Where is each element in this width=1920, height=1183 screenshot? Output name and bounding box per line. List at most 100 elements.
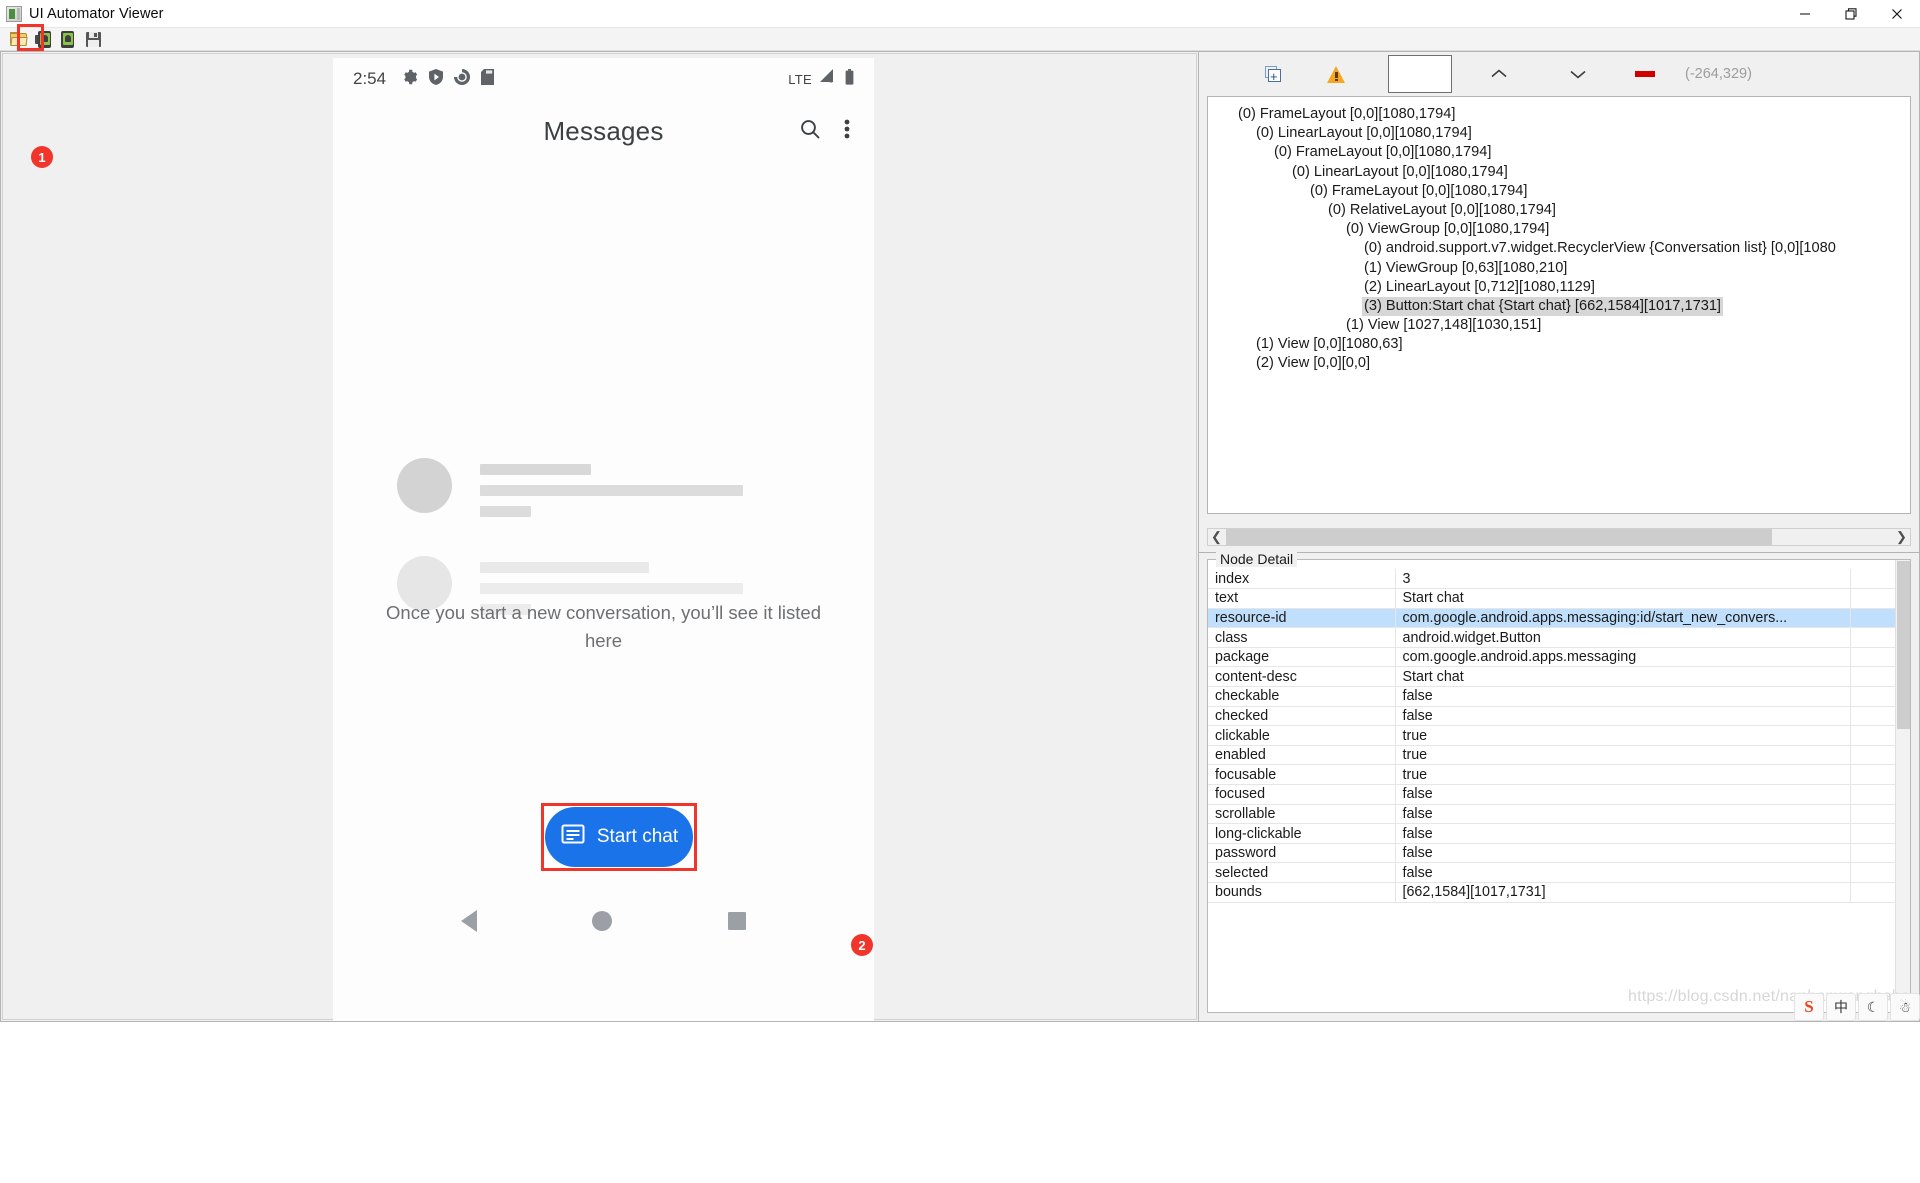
window-app-icon — [6, 5, 22, 22]
shield-icon — [429, 68, 444, 90]
table-row[interactable]: enabled true — [1208, 745, 1910, 766]
table-row[interactable]: class android.widget.Button — [1208, 627, 1910, 648]
hierarchy-search-input[interactable] — [1388, 55, 1452, 93]
table-row[interactable]: selected false — [1208, 862, 1910, 883]
detail-key: content-desc — [1208, 666, 1396, 688]
table-row[interactable]: index 3 — [1208, 569, 1910, 590]
hierarchy-node[interactable]: (0) FrameLayout [0,0][1080,1794] — [1272, 143, 1493, 162]
table-row[interactable]: checkable false — [1208, 686, 1910, 707]
hierarchy-node[interactable]: (0) FrameLayout [0,0][1080,1794] — [1308, 182, 1529, 201]
detail-key: long-clickable — [1208, 823, 1396, 844]
nav-recents-icon[interactable] — [728, 912, 747, 930]
screenshot-panel[interactable]: 2:54 LTE x Messages Once you start a new… — [0, 51, 1198, 1022]
hierarchy-node-row[interactable]: (0) FrameLayout [0,0][1080,1794] — [1208, 182, 1910, 201]
avatar — [397, 458, 452, 513]
table-row[interactable]: text Start chat — [1208, 588, 1910, 609]
previous-match-button[interactable] — [1482, 59, 1516, 89]
table-row[interactable]: long-clickable false — [1208, 823, 1910, 844]
restore-button[interactable] — [1828, 0, 1874, 28]
hierarchy-tree[interactable]: (0) FrameLayout [0,0][1080,1794] (0) Line… — [1207, 96, 1911, 514]
detail-key: class — [1208, 627, 1396, 648]
hierarchy-node[interactable]: (2) LinearLayout [0,712][1080,1129] — [1362, 278, 1597, 297]
hierarchy-node-row[interactable]: (2) View [0,0][0,0] — [1208, 354, 1910, 373]
close-button[interactable] — [1874, 0, 1920, 28]
vscroll-thumb[interactable] — [1897, 561, 1910, 729]
device-screenshot-icon — [35, 30, 51, 48]
table-row[interactable]: clickable true — [1208, 725, 1910, 746]
hierarchy-node[interactable]: (0) LinearLayout [0,0][1080,1794] — [1290, 163, 1510, 182]
table-row[interactable]: focused false — [1208, 784, 1910, 805]
next-match-button[interactable] — [1561, 59, 1595, 89]
detail-value: false — [1395, 686, 1851, 707]
hierarchy-horizontal-scrollbar[interactable]: ❮ ❯ — [1207, 528, 1911, 546]
hierarchy-node-row[interactable]: (0) android.support.v7.widget.RecyclerVi… — [1208, 239, 1910, 258]
moon-icon[interactable]: ☾ — [1858, 993, 1888, 1021]
node-detail-vertical-scrollbar[interactable] — [1895, 560, 1910, 1012]
device-screenshot-image[interactable]: 2:54 LTE x Messages Once you start a new… — [333, 58, 874, 1021]
window-title: UI Automator Viewer — [29, 5, 164, 22]
table-row[interactable]: resource-id com.google.android.apps.messa… — [1208, 608, 1910, 629]
hierarchy-node[interactable]: (0) android.support.v7.widget.RecyclerVi… — [1362, 239, 1838, 258]
nav-back-icon[interactable] — [460, 910, 477, 932]
detail-key: clickable — [1208, 725, 1396, 746]
table-row[interactable]: bounds [662,1584][1017,1731] — [1208, 882, 1910, 903]
stop-button[interactable] — [1635, 57, 1655, 91]
minimize-button[interactable] — [1782, 0, 1828, 28]
table-row[interactable]: checked false — [1208, 706, 1910, 727]
table-row[interactable]: password false — [1208, 843, 1910, 864]
hierarchy-node[interactable]: (1) ViewGroup [0,63][1080,210] — [1362, 259, 1569, 278]
open-file-button[interactable] — [7, 29, 29, 49]
hierarchy-node-row[interactable]: (0) LinearLayout [0,0][1080,1794] — [1208, 124, 1910, 143]
screenshot-canvas[interactable]: 2:54 LTE x Messages Once you start a new… — [2, 53, 1197, 1021]
detail-key: index — [1208, 569, 1396, 590]
detail-value: false — [1395, 804, 1851, 825]
detail-key: bounds — [1208, 882, 1396, 903]
detail-value: false — [1395, 784, 1851, 805]
sogou-logo-icon[interactable]: S — [1794, 993, 1824, 1021]
nav-home-icon[interactable] — [592, 911, 613, 931]
hierarchy-node-row[interactable]: (1) View [1027,148][1030,151] — [1208, 316, 1910, 335]
detail-key: focused — [1208, 784, 1396, 805]
hierarchy-node-row[interactable]: (0) LinearLayout [0,0][1080,1794] — [1208, 163, 1910, 182]
hierarchy-node-selected[interactable]: (3) Button:Start chat {Start chat} [662,… — [1362, 296, 1723, 317]
table-row[interactable]: scrollable false — [1208, 804, 1910, 825]
keyboard-skin-icon[interactable]: ☃ — [1890, 993, 1920, 1021]
hierarchy-node-row[interactable]: (1) ViewGroup [0,63][1080,210] — [1208, 259, 1910, 278]
chevron-right-icon[interactable]: ❯ — [1893, 529, 1910, 545]
list-item — [397, 458, 817, 527]
table-row[interactable]: focusable true — [1208, 764, 1910, 786]
hierarchy-node-row[interactable]: (0) FrameLayout [0,0][1080,1794] — [1208, 143, 1910, 162]
hierarchy-node[interactable]: (1) View [1027,148][1030,151] — [1344, 316, 1543, 335]
search-icon[interactable] — [798, 117, 822, 146]
hierarchy-node[interactable]: (0) ViewGroup [0,0][1080,1794] — [1344, 220, 1551, 239]
hierarchy-node-row[interactable]: (3) Button:Start chat {Start chat} [662,… — [1208, 296, 1910, 317]
hierarchy-node-row[interactable]: (0) ViewGroup [0,0][1080,1794] — [1208, 220, 1910, 239]
hierarchy-node[interactable]: (0) LinearLayout [0,0][1080,1794] — [1254, 124, 1474, 143]
save-file-button[interactable] — [82, 29, 104, 49]
placeholder-line — [480, 464, 592, 475]
detail-value: 3 — [1395, 569, 1851, 590]
chevron-left-icon[interactable]: ❮ — [1208, 529, 1225, 545]
inspector-column: + (-264,329) (0) FrameLayout [0,0][1080,… — [1198, 51, 1920, 1022]
device-screenshot-compressed-button[interactable] — [57, 29, 79, 49]
hierarchy-node[interactable]: (0) FrameLayout [0,0][1080,1794] — [1236, 105, 1457, 124]
chinese-mode-icon[interactable]: 中 — [1826, 993, 1856, 1021]
device-screenshot-button[interactable] — [32, 29, 54, 49]
hierarchy-node[interactable]: (0) RelativeLayout [0,0][1080,1794] — [1326, 201, 1558, 220]
toggle-nafs-button[interactable] — [1327, 57, 1346, 91]
hierarchy-node-row[interactable]: (2) LinearLayout [0,712][1080,1129] — [1208, 278, 1910, 297]
hierarchy-node[interactable]: (1) View [0,0][1080,63] — [1254, 335, 1405, 354]
hscroll-thumb[interactable] — [1226, 529, 1772, 545]
more-vert-icon[interactable] — [844, 117, 850, 146]
detail-key: selected — [1208, 862, 1396, 883]
table-row[interactable]: content-desc Start chat — [1208, 666, 1910, 688]
hierarchy-node-row[interactable]: (1) View [0,0][1080,63] — [1208, 335, 1910, 354]
svg-text:x: x — [830, 79, 833, 84]
hierarchy-node-row[interactable]: (0) FrameLayout [0,0][1080,1794] — [1208, 105, 1910, 124]
annotation-badge-1: 1 — [31, 146, 53, 168]
hierarchy-node-row[interactable]: (0) RelativeLayout [0,0][1080,1794] — [1208, 201, 1910, 220]
battery-full-icon — [845, 68, 854, 90]
table-row[interactable]: package com.google.android.apps.messaging — [1208, 647, 1910, 668]
expand-all-button[interactable]: + — [1265, 57, 1282, 91]
hierarchy-node[interactable]: (2) View [0,0][0,0] — [1254, 354, 1372, 373]
